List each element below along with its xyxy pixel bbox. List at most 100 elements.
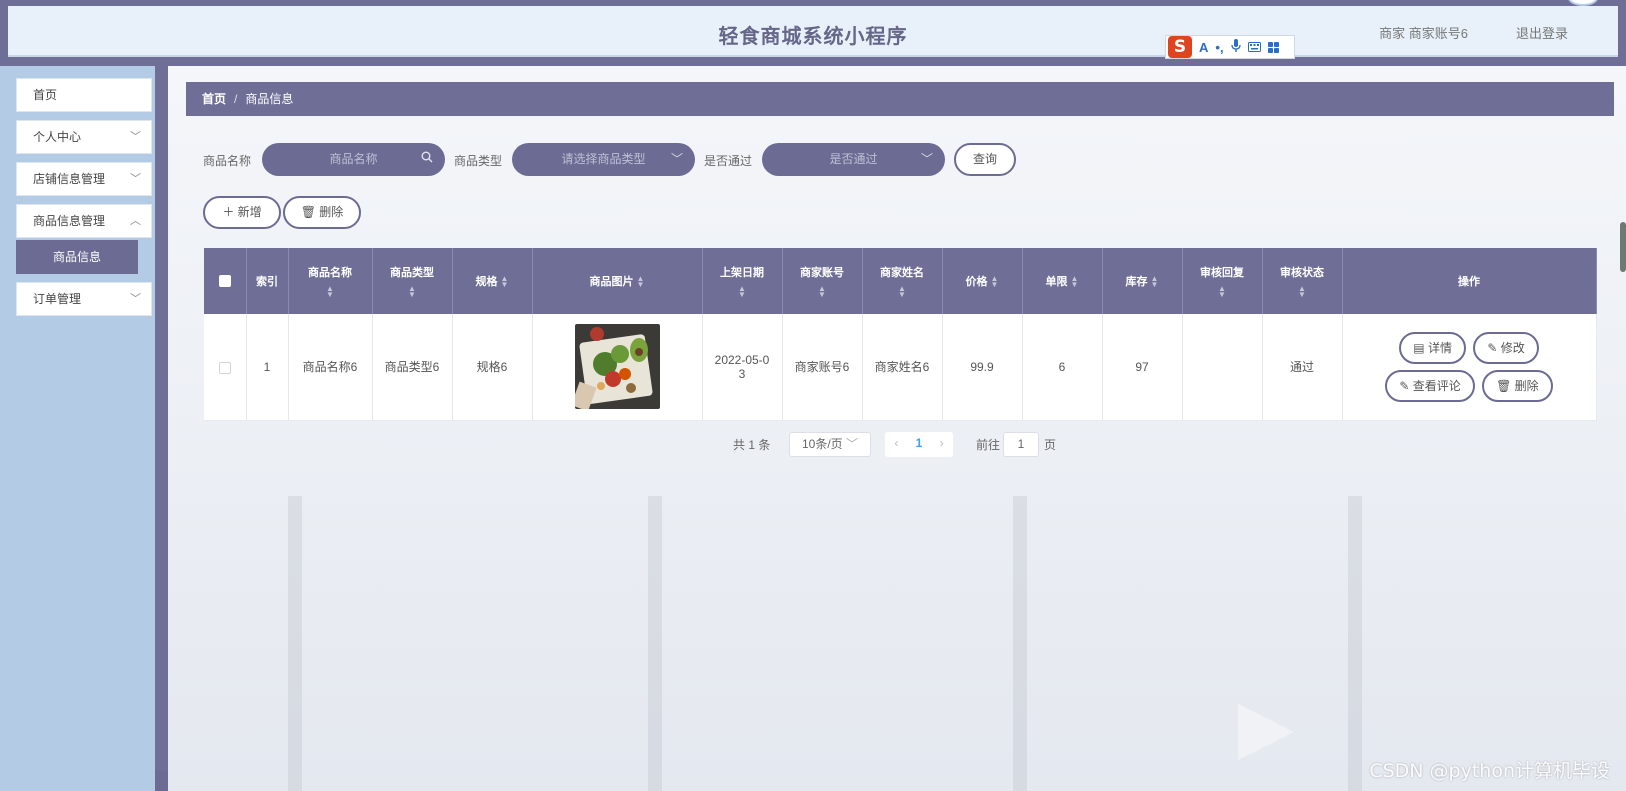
- background-decoration: [288, 496, 302, 791]
- product-name-label: 商品名称: [203, 154, 252, 168]
- product-image[interactable]: [574, 324, 660, 410]
- product-name-input[interactable]: 商品名称: [262, 143, 445, 176]
- column-header[interactable]: 上架日期 ▲ ▼: [702, 248, 783, 314]
- ime-apps-icon[interactable]: [1267, 41, 1279, 53]
- document-icon: ▤: [1413, 340, 1425, 355]
- product-name-placeholder: 商品名称: [329, 152, 378, 166]
- column-header[interactable]: 规格 ▲ ▼: [452, 248, 533, 314]
- ime-punctuation-icon[interactable]: •,: [1215, 40, 1223, 55]
- column-header[interactable]: 商品类型 ▲ ▼: [372, 248, 453, 314]
- column-header-label: 单限: [1045, 276, 1068, 288]
- column-header-label: 商品图片: [589, 276, 634, 288]
- column-header-label: 商品类型: [390, 267, 434, 279]
- page-number-current[interactable]: 1: [916, 436, 923, 450]
- column-header: 操作: [1342, 248, 1597, 314]
- chevron-left-icon[interactable]: ‹: [894, 436, 898, 450]
- current-user-label: 商家 商家账号6: [1379, 26, 1468, 41]
- product-type-placeholder: 请选择商品类型: [561, 152, 646, 166]
- sogou-logo-icon[interactable]: S: [1168, 36, 1192, 58]
- detail-button[interactable]: ▤ 详情: [1399, 331, 1466, 364]
- sidebar-item-home[interactable]: 首页: [16, 78, 152, 112]
- view-comments-button[interactable]: ✎ 查看评论: [1385, 369, 1475, 402]
- approved-select[interactable]: 是否通过 ﹀: [762, 143, 945, 176]
- breadcrumb-home[interactable]: 首页: [202, 92, 226, 106]
- batch-delete-button[interactable]: 🗑 删除: [283, 196, 361, 229]
- sidebar-scrollbar[interactable]: [155, 66, 168, 771]
- sort-icon[interactable]: ▲ ▼: [1071, 275, 1079, 289]
- date-line1: 2022-05-0: [714, 352, 770, 367]
- table-row: 1 商品名称6 商品类型6 规格6 2022-05-0 3 商家账号6 商家姓名…: [204, 314, 1597, 421]
- page-scrollbar[interactable]: [1620, 222, 1626, 272]
- pager-nav: ‹ 1 ›: [885, 432, 953, 457]
- column-header-label: 审核状态: [1280, 267, 1324, 279]
- sort-icon[interactable]: ▲ ▼: [637, 275, 645, 289]
- edit-button[interactable]: ✎ 修改: [1473, 331, 1539, 364]
- chevron-down-icon: ﹀: [130, 293, 141, 305]
- cell-price: 99.9: [942, 314, 1023, 421]
- search-icon: [421, 143, 433, 176]
- ime-microphone-icon[interactable]: [1230, 39, 1241, 55]
- sort-icon[interactable]: ▲ ▼: [991, 275, 999, 289]
- query-button[interactable]: 查询: [954, 143, 1016, 176]
- column-header[interactable]: 商家姓名 ▲ ▼: [862, 248, 943, 314]
- column-header[interactable]: 库存 ▲ ▼: [1102, 248, 1183, 314]
- column-header-label: 规格: [475, 276, 498, 288]
- video-watermark-logo-icon: [1232, 700, 1302, 767]
- sidebar-item-label: 个人中心: [33, 130, 82, 144]
- cell-type: 商品类型6: [372, 314, 453, 421]
- column-header-label: 商品名称: [308, 267, 352, 279]
- select-all-checkbox[interactable]: [218, 275, 231, 288]
- sort-icon[interactable]: ▲ ▼: [1265, 285, 1340, 299]
- column-header[interactable]: 价格 ▲ ▼: [942, 248, 1023, 314]
- sidebar-subitem-product-info[interactable]: 商品信息: [16, 240, 138, 274]
- approved-label: 是否通过: [704, 154, 753, 168]
- product-type-select[interactable]: 请选择商品类型 ﹀: [512, 143, 695, 176]
- product-type-label: 商品类型: [454, 154, 503, 168]
- sort-icon[interactable]: ▲ ▼: [375, 285, 450, 299]
- add-button-label: 新增: [237, 205, 262, 219]
- ime-toolbar[interactable]: S A •,: [1165, 35, 1295, 59]
- select-all-header[interactable]: [204, 248, 247, 314]
- pagination-total: 共 1 条: [733, 438, 771, 452]
- sort-icon[interactable]: ▲ ▼: [291, 285, 370, 299]
- view-comments-label: 查看评论: [1412, 378, 1461, 393]
- column-header[interactable]: 商品名称 ▲ ▼: [288, 248, 373, 314]
- delete-row-button[interactable]: 🗑 删除: [1482, 369, 1553, 402]
- ime-font-icon[interactable]: A: [1199, 40, 1208, 55]
- column-header[interactable]: 单限 ▲ ▼: [1022, 248, 1103, 314]
- product-table: 索引 商品名称 ▲ ▼ 商品类型 ▲ ▼ 规格 ▲ ▼ 商品图片 ▲ ▼ 上架日期 ▲ ▼ 商家账号…: [204, 248, 1597, 421]
- cell-spec: 规格6: [452, 314, 533, 421]
- row-select-cell[interactable]: [204, 314, 247, 421]
- add-button[interactable]: ＋ 新增: [203, 196, 281, 229]
- sort-icon[interactable]: ▲ ▼: [501, 275, 509, 289]
- pencil-icon: ✎: [1399, 378, 1410, 393]
- chevron-right-icon[interactable]: ›: [940, 436, 944, 450]
- page-size-select[interactable]: 10条/页 ﹀: [789, 432, 871, 457]
- sort-icon[interactable]: ▲ ▼: [705, 285, 780, 299]
- logout-link[interactable]: 退出登录: [1516, 23, 1568, 42]
- row-checkbox[interactable]: [218, 361, 231, 374]
- column-header-label: 商家账号: [800, 267, 844, 279]
- cell-review-status: 通过: [1262, 314, 1343, 421]
- sidebar: 首页 个人中心 ﹀ 店铺信息管理 ﹀ 商品信息管理 ︿ 商品信息 订单管理 ﹀: [0, 66, 155, 791]
- sidebar-item-product-management[interactable]: 商品信息管理 ︿: [16, 204, 152, 238]
- column-header[interactable]: 审核回复 ▲ ▼: [1182, 248, 1263, 314]
- sort-icon[interactable]: ▲ ▼: [785, 285, 860, 299]
- approved-placeholder: 是否通过: [829, 152, 878, 166]
- ime-keyboard-icon[interactable]: [1247, 40, 1261, 55]
- sidebar-item-personal-center[interactable]: 个人中心 ﹀: [16, 120, 152, 154]
- sort-icon[interactable]: ▲ ▼: [865, 285, 940, 299]
- cell-date: 2022-05-0 3: [702, 314, 783, 421]
- detail-label: 详情: [1427, 340, 1452, 355]
- sort-icon[interactable]: ▲ ▼: [1185, 285, 1260, 299]
- column-header[interactable]: 商家账号 ▲ ▼: [782, 248, 863, 314]
- goto-page-input[interactable]: 1: [1003, 432, 1039, 457]
- column-header[interactable]: 审核状态 ▲ ▼: [1262, 248, 1343, 314]
- column-header[interactable]: 商品图片 ▲ ▼: [532, 248, 703, 314]
- sidebar-item-order-management[interactable]: 订单管理 ﹀: [16, 282, 152, 316]
- breadcrumb: 首页 / 商品信息: [186, 82, 1614, 116]
- cell-image: [532, 314, 703, 421]
- page-size-value: 10条/页: [801, 437, 843, 451]
- sort-icon[interactable]: ▲ ▼: [1151, 275, 1159, 289]
- sidebar-item-shop-management[interactable]: 店铺信息管理 ﹀: [16, 162, 152, 196]
